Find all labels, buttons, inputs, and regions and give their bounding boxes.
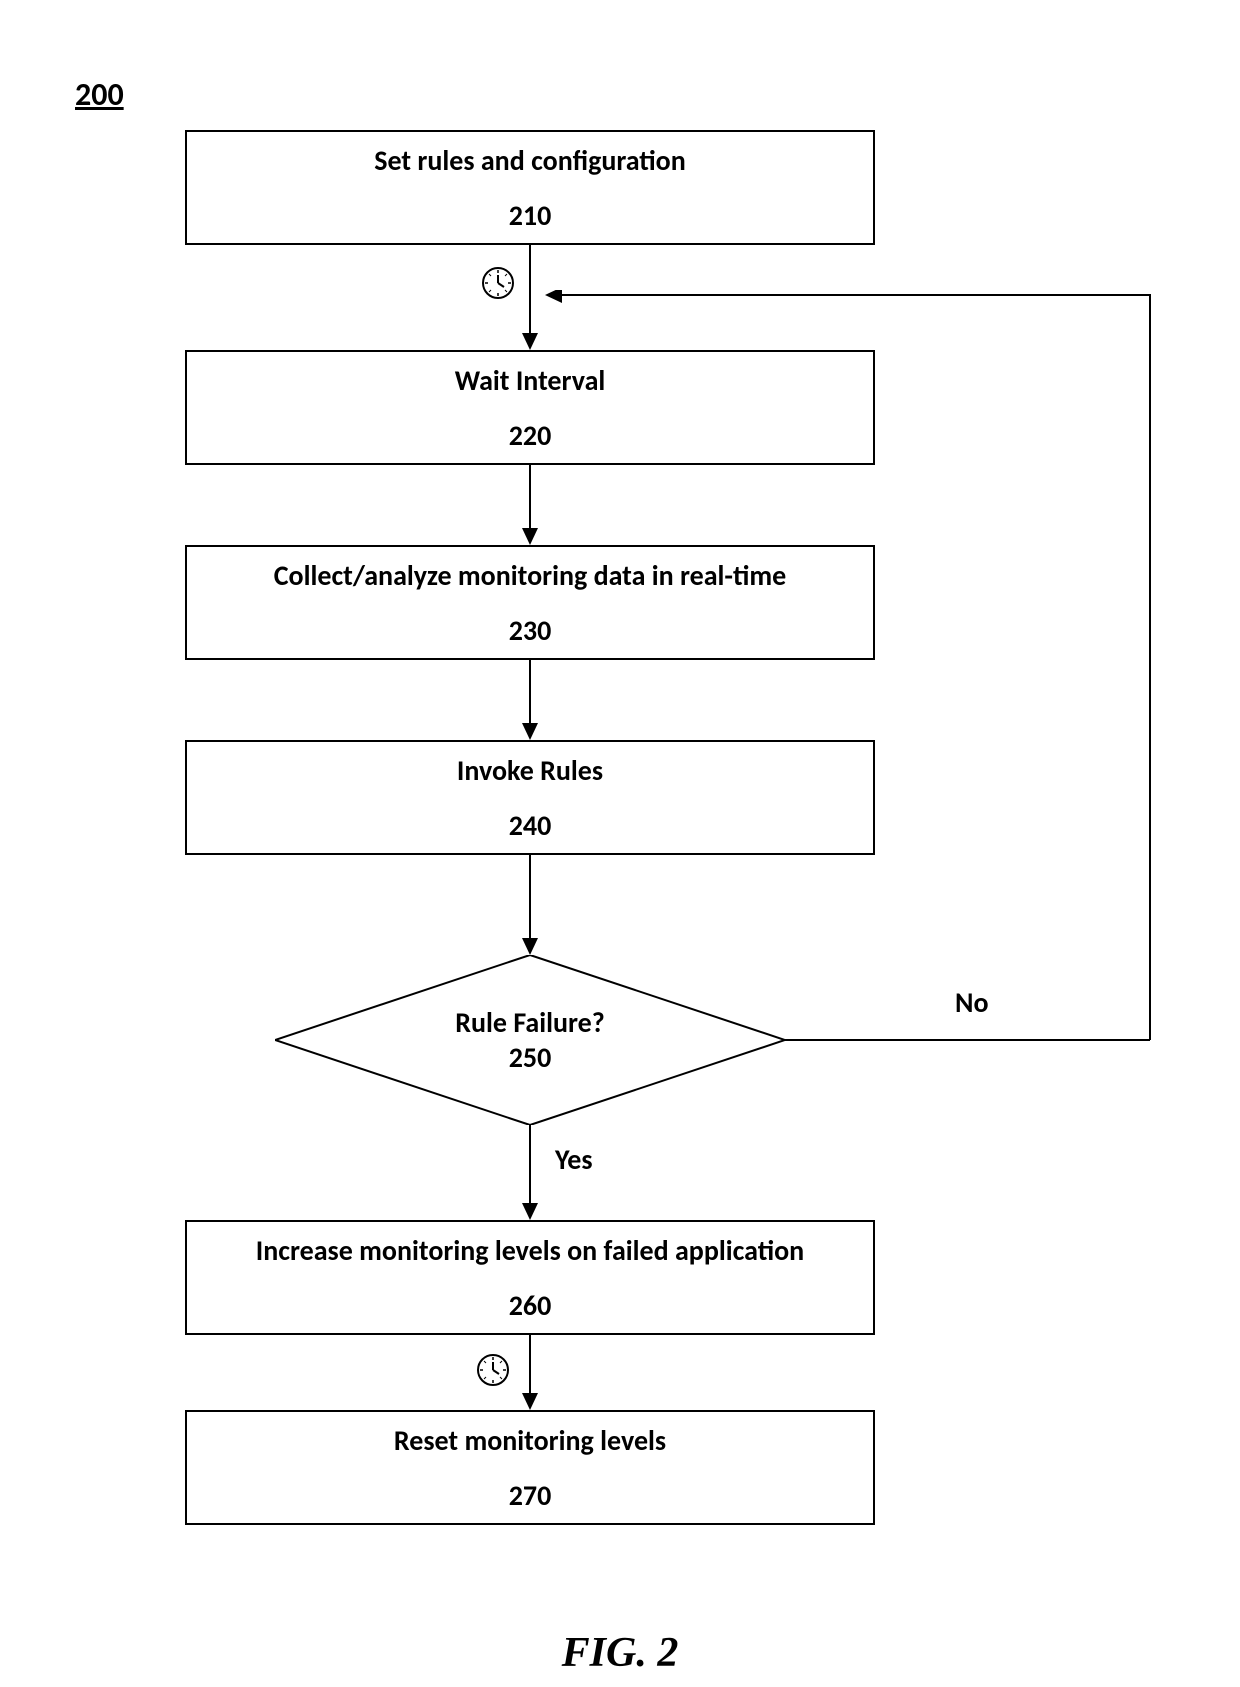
box-270: Reset monitoring levels 270	[185, 1410, 875, 1525]
box-240-num: 240	[509, 808, 552, 843]
box-220: Wait Interval 220	[185, 350, 875, 465]
arrow-230-240	[520, 660, 540, 740]
flowchart-container: Set rules and configuration 210 Wait Int…	[150, 130, 1160, 1550]
box-210-num: 210	[509, 198, 552, 233]
figure-label: FIG. 2	[562, 1629, 679, 1677]
decision-250-num: 250	[455, 1040, 605, 1075]
no-label: No	[955, 985, 989, 1020]
box-240-title: Invoke Rules	[457, 753, 603, 788]
arrow-250-260	[520, 1125, 540, 1220]
box-260-num: 260	[509, 1288, 552, 1323]
box-230: Collect/analyze monitoring data in real-…	[185, 545, 875, 660]
box-270-num: 270	[509, 1478, 552, 1513]
decision-250-title: Rule Failure?	[455, 1005, 605, 1040]
yes-label: Yes	[555, 1142, 593, 1177]
box-210-title: Set rules and configuration	[374, 143, 686, 178]
box-220-title: Wait Interval	[455, 363, 606, 398]
box-260: Increase monitoring levels on failed app…	[185, 1220, 875, 1335]
page-number: 200	[75, 75, 124, 114]
box-260-title: Increase monitoring levels on failed app…	[256, 1233, 804, 1268]
box-230-num: 230	[509, 613, 552, 648]
box-210: Set rules and configuration 210	[185, 130, 875, 245]
arrow-220-230	[520, 465, 540, 545]
decision-250: Rule Failure? 250	[275, 955, 785, 1125]
box-220-num: 220	[509, 418, 552, 453]
clock-icon-2	[475, 1352, 511, 1388]
arrow-210-220	[520, 245, 540, 350]
arrow-no-segment	[785, 1030, 1155, 1050]
box-270-title: Reset monitoring levels	[394, 1423, 666, 1458]
arrow-260-270	[520, 1335, 540, 1410]
arrow-240-250	[520, 855, 540, 955]
box-240: Invoke Rules 240	[185, 740, 875, 855]
clock-icon-1	[480, 265, 516, 301]
box-230-title: Collect/analyze monitoring data in real-…	[274, 558, 787, 593]
